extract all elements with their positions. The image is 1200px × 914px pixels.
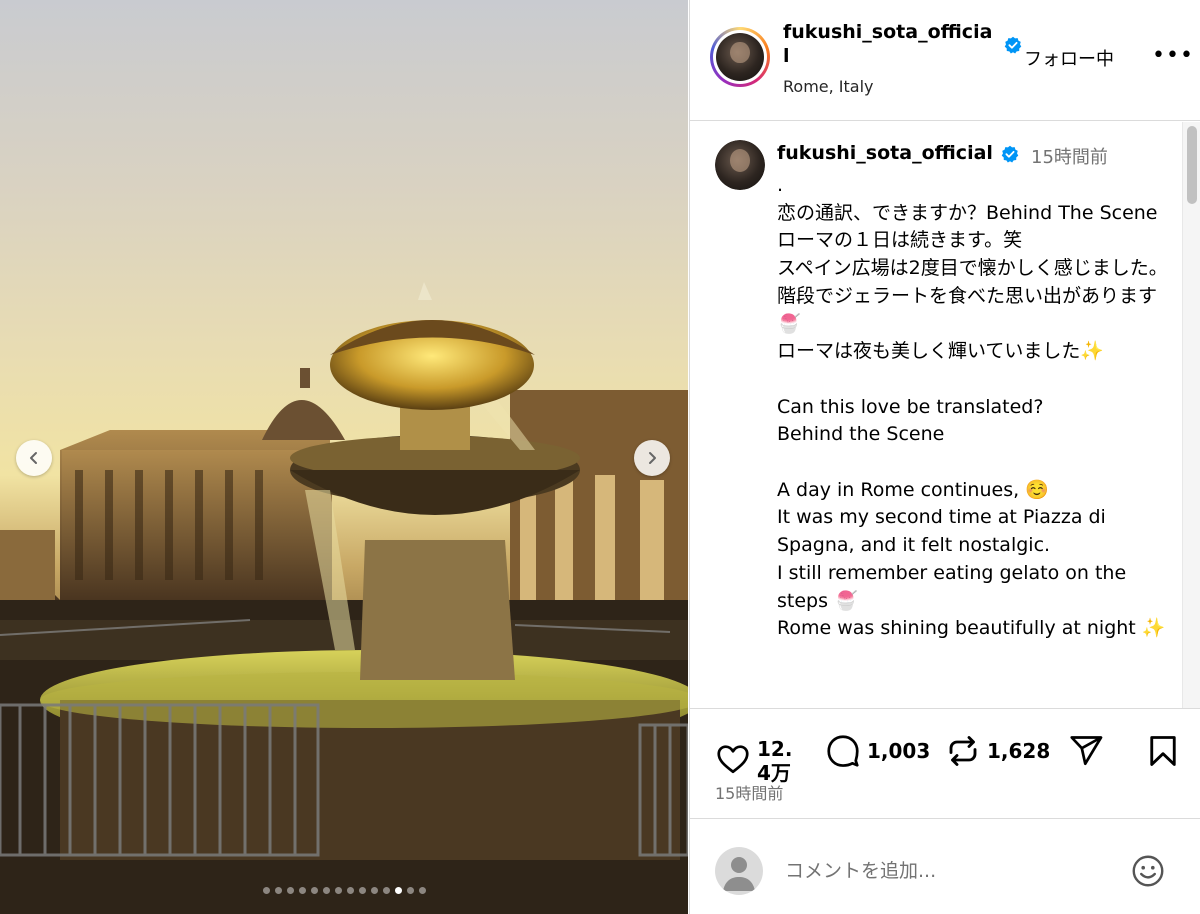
carousel-dot bbox=[394, 887, 402, 894]
default-user-icon bbox=[723, 857, 755, 891]
like-count[interactable]: 12.4万 bbox=[757, 737, 805, 785]
carousel-dot bbox=[322, 887, 330, 894]
comment-input[interactable] bbox=[785, 857, 1115, 885]
carousel-dot bbox=[358, 887, 366, 894]
carousel-dot bbox=[334, 887, 342, 894]
fountain-photo-scene bbox=[0, 282, 688, 914]
carousel-dot bbox=[346, 887, 354, 894]
comment-icon bbox=[827, 735, 859, 767]
caption-text: . 恋の通訳、できますか？Behind The Scene ローマの１日は続きま… bbox=[777, 174, 1168, 640]
bookmark-icon bbox=[1150, 736, 1176, 766]
current-user-avatar bbox=[715, 847, 763, 895]
paper-plane-icon bbox=[1070, 736, 1103, 766]
carousel-dot bbox=[298, 887, 306, 894]
carousel-dot bbox=[286, 887, 294, 894]
save-button[interactable] bbox=[1145, 733, 1181, 769]
story-avatar[interactable] bbox=[710, 27, 770, 87]
action-bar: 12.4万 1,003 1,628 15時間前 bbox=[690, 708, 1200, 818]
carousel-dot bbox=[406, 887, 414, 894]
chevron-right-icon bbox=[649, 452, 656, 464]
post-header: fukushi_sota_officia l フォロー中 ••• Rome, I… bbox=[690, 0, 1200, 121]
repost-count: 1,628 bbox=[987, 739, 1051, 763]
carousel-dot bbox=[310, 887, 318, 894]
post-timestamp[interactable]: 15時間前 bbox=[715, 780, 783, 804]
more-options-button[interactable]: ••• bbox=[1152, 45, 1194, 67]
location-link[interactable]: Rome, Italy bbox=[783, 77, 874, 96]
avatar bbox=[715, 140, 765, 190]
caption-timestamp[interactable]: 15時間前 bbox=[1031, 143, 1108, 169]
chevron-left-icon bbox=[30, 452, 37, 464]
verified-badge-icon bbox=[1004, 36, 1022, 54]
share-button[interactable] bbox=[1068, 733, 1104, 769]
repost-button[interactable]: 1,628 bbox=[945, 733, 1050, 769]
header-username[interactable]: fukushi_sota_officia l bbox=[783, 20, 1003, 68]
post-detail-panel: fukushi_sota_officia l フォロー中 ••• Rome, I… bbox=[689, 0, 1200, 914]
carousel-dot bbox=[274, 887, 282, 894]
carousel-dot bbox=[262, 887, 270, 894]
caption-avatar[interactable] bbox=[715, 140, 765, 190]
emoji-icon[interactable] bbox=[1130, 853, 1166, 889]
like-button[interactable]: 12.4万 bbox=[715, 733, 805, 785]
repost-icon bbox=[949, 736, 977, 766]
carousel-indicator bbox=[0, 887, 688, 894]
carousel-next-button[interactable] bbox=[634, 440, 670, 476]
carousel-dot bbox=[382, 887, 390, 894]
carousel-prev-button[interactable] bbox=[16, 440, 52, 476]
comment-button[interactable]: 1,003 bbox=[825, 733, 930, 769]
comment-count: 1,003 bbox=[867, 739, 931, 763]
avatar bbox=[716, 33, 764, 81]
heart-icon bbox=[717, 745, 749, 774]
following-button[interactable]: フォロー中 bbox=[1024, 45, 1114, 71]
caption-scrollbar[interactable] bbox=[1182, 122, 1200, 708]
caption-username[interactable]: fukushi_sota_official bbox=[777, 142, 993, 164]
carousel-dot bbox=[418, 887, 426, 894]
verified-badge-icon bbox=[1001, 145, 1019, 163]
scrollbar-thumb[interactable] bbox=[1187, 126, 1197, 204]
carousel-dot bbox=[370, 887, 378, 894]
comment-composer bbox=[690, 818, 1200, 914]
caption-section: fukushi_sota_official 15時間前 . 恋の通訳、できますか… bbox=[690, 122, 1200, 708]
post-photo[interactable] bbox=[0, 0, 688, 914]
